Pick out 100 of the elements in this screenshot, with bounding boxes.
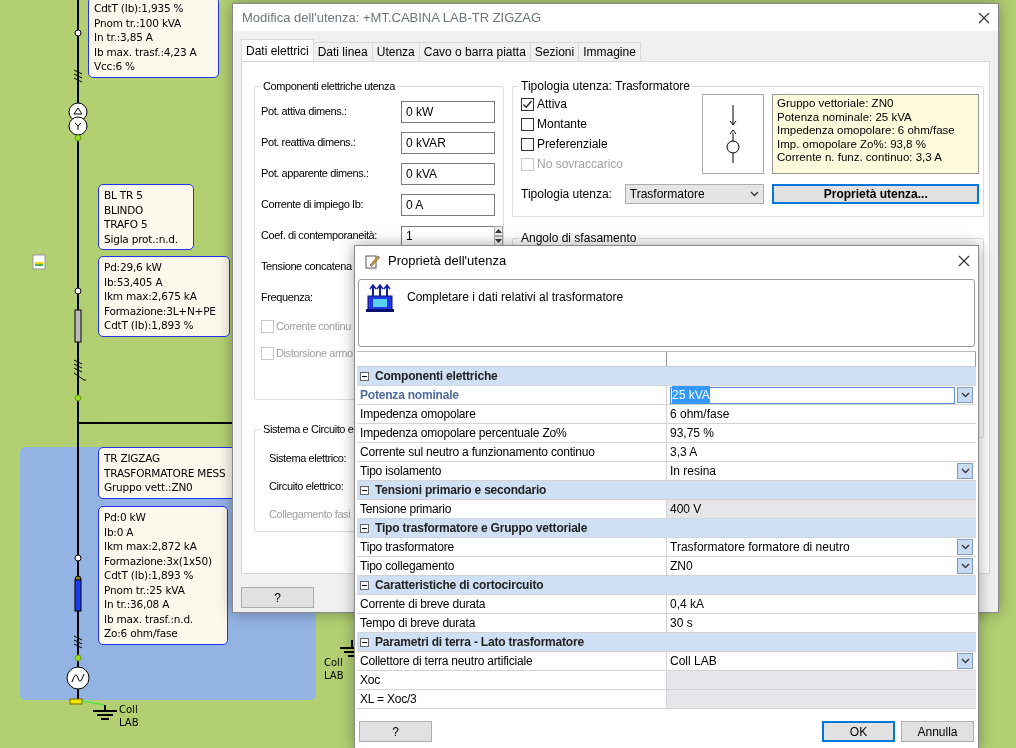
checkbox-label: Distorsione armo: [276, 346, 353, 362]
property-name[interactable]: Collettore di terra neutro artificiale: [360, 652, 533, 670]
checkbox-label: No sovraccarico: [537, 156, 624, 173]
property-value: 3,3 A: [670, 444, 698, 461]
property-name[interactable]: Tipo collegamento: [360, 557, 455, 575]
property-name[interactable]: Impedenza omopolare percentuale Zo%: [360, 424, 567, 442]
ok-button[interactable]: OK: [822, 721, 895, 742]
tab[interactable]: Cavo o barra piatta: [418, 42, 531, 61]
property-value: 6 ohm/fase: [670, 406, 730, 423]
field-label: Pot. reattiva dimens.:: [261, 136, 356, 149]
dropdown-button[interactable]: [957, 387, 973, 403]
property-name[interactable]: Tipo trasformatore: [360, 538, 454, 556]
box-text: CdtT (Ib):1,893 %: [104, 318, 195, 333]
box-text: BLINDO: [104, 202, 145, 217]
box-text: Pd:0 kW: [104, 510, 147, 525]
input-field[interactable]: 1: [401, 225, 495, 246]
property-name[interactable]: Tipo isolamento: [360, 462, 442, 480]
property-name[interactable]: Potenza nominale: [360, 386, 459, 404]
field-label: Sistema elettrico:: [269, 450, 347, 466]
box-text: CdtT (Ib):1,893 %: [104, 568, 195, 583]
collapse-icon[interactable]: [360, 523, 369, 533]
checkbox[interactable]: [521, 117, 534, 131]
cancel-button[interactable]: Annulla: [901, 721, 974, 742]
dropdown-button[interactable]: [957, 558, 973, 574]
help-button[interactable]: ?: [241, 587, 314, 608]
group-title: Sistema e Circuito e: [261, 422, 356, 436]
box-text: Ikm max:2,872 kA: [104, 539, 198, 554]
summary-text: Impedenza omopolare: 6 ohm/fase: [777, 124, 956, 138]
close-icon[interactable]: [958, 255, 970, 267]
dropdown-button[interactable]: [957, 463, 973, 479]
help-button[interactable]: ?: [359, 721, 432, 742]
collapse-icon[interactable]: [360, 580, 369, 590]
box-text: Zo:6 ohm/fase: [104, 626, 179, 641]
box-text: BL TR 5: [104, 188, 144, 203]
box-text: Ib:53,405 A: [104, 274, 164, 289]
box-text: Pnom tr.:25 kVA: [104, 582, 186, 597]
edit-icon: [364, 253, 380, 269]
box-text: CdtT (Ib):1,935 %: [94, 1, 185, 16]
checkbox[interactable]: [521, 97, 534, 111]
input-field[interactable]: 0 A: [401, 193, 495, 216]
ground-label: Coll LAB: [324, 656, 344, 682]
box-text: TR ZIGZAG: [104, 451, 161, 466]
checkbox[interactable]: [521, 137, 534, 151]
collapse-icon[interactable]: [360, 485, 369, 495]
property-value: ZN0: [670, 558, 693, 575]
property-name[interactable]: Tensione primario: [360, 500, 452, 518]
property-value: 93,75 %: [670, 425, 715, 442]
box-text: Pnom tr.:100 kVA: [94, 15, 183, 30]
collapse-icon[interactable]: [360, 371, 369, 381]
properties-button[interactable]: Proprietà utenza...: [772, 184, 979, 204]
close-icon[interactable]: [978, 11, 990, 24]
message-text: Completare i dati relativi al trasformatore: [407, 289, 624, 306]
input-field[interactable]: 0 kVA: [401, 162, 495, 185]
section-title: Parametri di terra - Lato trasformatore: [375, 634, 584, 651]
ground-icon: [92, 704, 118, 720]
transformer-symbol-icon: [723, 103, 743, 165]
collapse-icon[interactable]: [360, 637, 369, 647]
caret-icon: [960, 658, 970, 664]
section-title: Tipo trasformatore e Gruppo vettoriale: [375, 520, 588, 537]
property-value: 30 s: [670, 615, 693, 632]
dropdown-button[interactable]: [957, 539, 973, 555]
tab[interactable]: Dati elettrici: [241, 39, 314, 61]
field-label: Frequenza:: [261, 290, 313, 306]
field-label: Tipologia utenza:: [521, 186, 613, 203]
summary-text: Potenza nominale: 25 kVA: [777, 110, 913, 124]
property-name[interactable]: Corrente di breve durata: [360, 595, 486, 613]
window-title: Proprietà dell'utenza: [388, 252, 507, 271]
box-text: In tr.:36,08 A: [104, 597, 171, 612]
property-name[interactable]: XL = Xoc/3: [360, 690, 417, 708]
property-value: Coll LAB: [670, 653, 717, 670]
property-name[interactable]: Tempo di breve durata: [360, 614, 476, 632]
caret-icon: [960, 392, 970, 398]
spin-up-button[interactable]: [494, 225, 503, 236]
field-label: Circuito elettrico:: [269, 478, 344, 494]
box-text: Ib max. trasf.:n.d.: [104, 611, 194, 626]
box-text: Ib max. trasf.:4,23 A: [94, 44, 198, 59]
checkbox-label: Attiva: [537, 96, 567, 113]
property-value: In resina: [670, 463, 717, 480]
box-text: TRASFORMATORE MESS: [104, 465, 227, 480]
property-value: 400 V: [670, 501, 702, 518]
box-text: Ikm max:2,675 kA: [104, 289, 198, 304]
arrow-up-icon: [495, 228, 502, 233]
group-title: Tipologia utenza: Trasformatore: [519, 79, 692, 93]
box-text: Gruppo vett.:ZN0: [104, 480, 194, 495]
field-label: Tensione concatena: [261, 259, 352, 275]
box-text: Formazione:3x(1x50): [104, 553, 213, 568]
input-field[interactable]: 0 kW: [401, 100, 495, 123]
property-name[interactable]: Corrente sul neutro a funzionamento continuo: [360, 443, 595, 461]
checkbox-label: Preferenziale: [537, 136, 608, 153]
tab[interactable]: Immagine: [578, 42, 641, 61]
property-name[interactable]: Impedenza omopolare: [360, 405, 476, 423]
box-text: Pd:29,6 kW: [104, 260, 163, 275]
input-field[interactable]: 0 kVAR: [401, 131, 495, 154]
dropdown-button[interactable]: [957, 653, 973, 669]
dropdown-field[interactable]: Trasformatore: [624, 184, 765, 204]
ground-label: Coll LAB: [119, 703, 139, 729]
earth-connection-drawing: [69, 698, 105, 706]
property-name[interactable]: Xoc: [360, 671, 381, 689]
field-label: Corrente di impiego Ib:: [261, 198, 364, 211]
arrow-down-icon: [495, 238, 502, 243]
